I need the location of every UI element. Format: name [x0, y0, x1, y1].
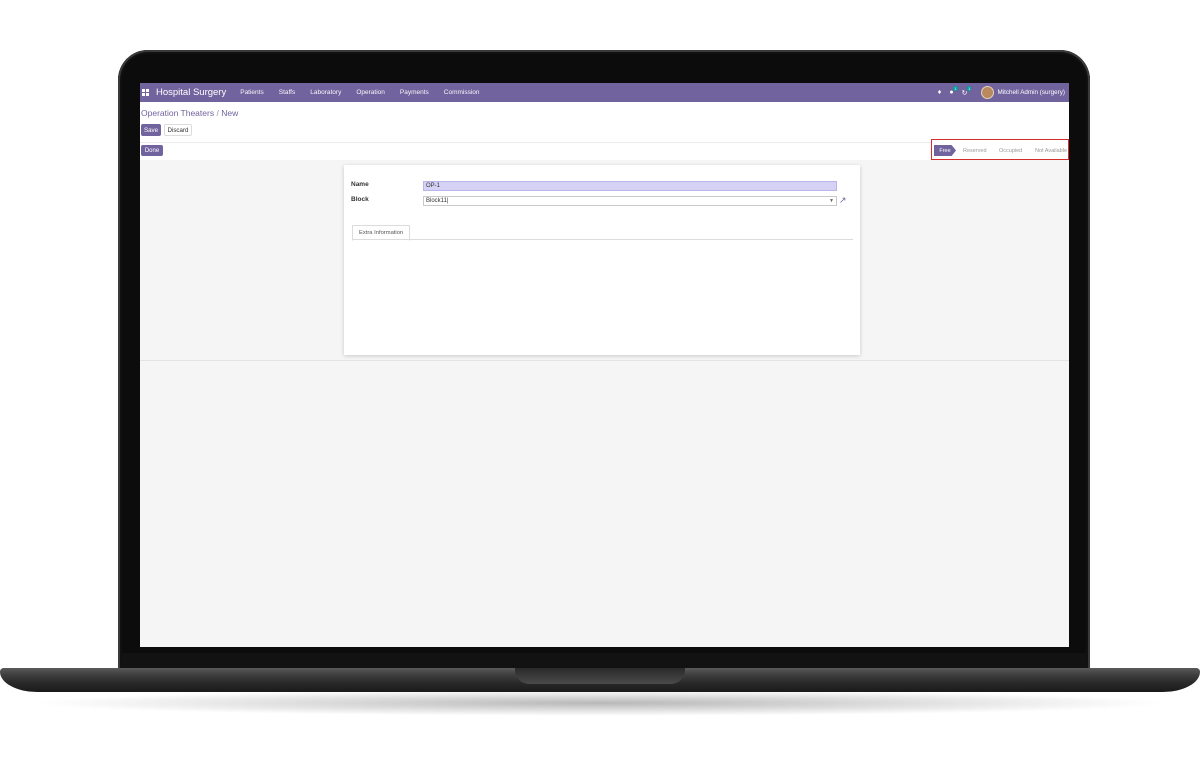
menu-laboratory[interactable]: Laboratory	[310, 89, 341, 96]
block-field-value: Block11|	[426, 198, 449, 204]
navbar-systray: ♦ ● 1 ↻ 1 Mitchell Admin (surgery)	[930, 83, 1065, 102]
user-menu[interactable]: Mitchell Admin (surgery)	[997, 89, 1065, 96]
messages-icon[interactable]: ● 1	[949, 86, 958, 96]
breadcrumb: Operation Theaters / New	[141, 108, 238, 118]
avatar[interactable]	[981, 86, 995, 99]
form-sheet: Name OP-1 Block Block11| ▼ ↗ Extra Infor…	[344, 165, 860, 355]
menu-commission[interactable]: Commission	[444, 89, 480, 96]
menu-staffs[interactable]: Staffs	[279, 89, 296, 96]
stage-reserved[interactable]: Reserved	[963, 145, 987, 156]
name-field[interactable]: OP-1	[423, 181, 837, 191]
name-label: Name	[351, 181, 369, 188]
screen: Hospital Surgery Patients Staffs Laborat…	[140, 83, 1069, 647]
app-brand[interactable]: Hospital Surgery	[156, 87, 226, 98]
menu-patients[interactable]: Patients	[240, 89, 264, 96]
chevron-down-icon[interactable]: ▼	[829, 197, 834, 205]
activity-icon[interactable]: ↻ 1	[962, 85, 972, 97]
discard-button[interactable]: Discard	[164, 124, 192, 136]
stage-selector: Free Reserved Occupied Not Available	[931, 139, 1069, 160]
tab-divider	[352, 239, 853, 240]
block-label: Block	[351, 196, 369, 203]
laptop-bezel	[122, 653, 1086, 669]
messages-badge: 1	[953, 86, 958, 91]
external-link-icon[interactable]: ↗	[839, 195, 847, 206]
done-button[interactable]: Done	[141, 145, 163, 156]
form-area: Name OP-1 Block Block11| ▼ ↗ Extra Infor…	[140, 160, 1069, 361]
stage-not-available[interactable]: Not Available	[1035, 145, 1067, 156]
form-statusbar: Done	[140, 142, 1069, 159]
laptop-notch	[515, 668, 685, 684]
top-navbar: Hospital Surgery Patients Staffs Laborat…	[140, 83, 1069, 102]
block-field[interactable]: Block11| ▼	[423, 196, 837, 206]
menu-operation[interactable]: Operation	[356, 89, 385, 96]
breadcrumb-separator: /	[216, 108, 219, 118]
apps-menu-icon[interactable]	[142, 89, 149, 96]
laptop-shadow	[30, 690, 1170, 716]
breadcrumb-current: New	[221, 108, 239, 118]
activity-badge: 1	[967, 85, 972, 91]
menu-payments[interactable]: Payments	[400, 89, 429, 96]
stage-occupied[interactable]: Occupied	[999, 145, 1022, 156]
breadcrumb-parent[interactable]: Operation Theaters	[141, 108, 214, 118]
bell-icon[interactable]: ♦	[938, 89, 942, 96]
save-button[interactable]: Save	[141, 124, 161, 136]
stage-free[interactable]: Free	[934, 145, 956, 156]
